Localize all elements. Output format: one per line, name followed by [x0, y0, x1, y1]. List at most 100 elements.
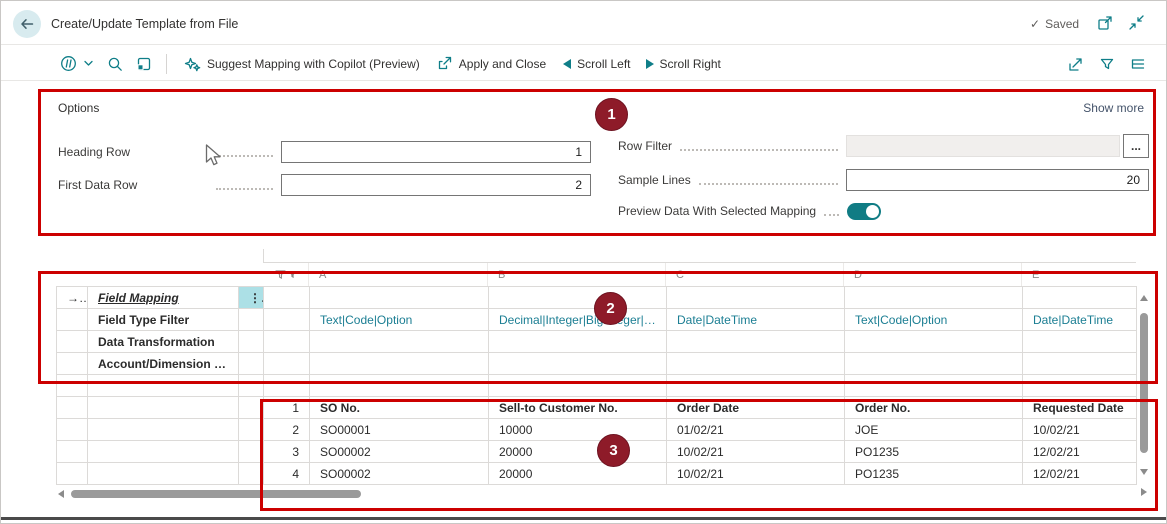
field-mapping-cell-e[interactable] [1022, 286, 1137, 309]
scroll-right-label: Scroll Right [659, 56, 721, 71]
page-actions-button[interactable] [59, 54, 93, 73]
column-header-c: C [666, 263, 844, 286]
empty-cell [1022, 374, 1137, 397]
heading-row-input[interactable] [281, 141, 591, 163]
menu-cell [238, 418, 264, 441]
filter-button[interactable] [1098, 55, 1116, 73]
field-type-filter-label[interactable]: Field Type Filter [87, 308, 239, 331]
open-in-new-window-button[interactable] [1096, 14, 1114, 32]
sample-lines-input[interactable] [846, 169, 1149, 191]
back-button[interactable] [13, 10, 41, 38]
preview-cell: PO1235 [844, 440, 1023, 463]
account-dimension-cell-b[interactable] [488, 352, 667, 375]
row-marker-cell [56, 374, 88, 397]
account-dimension-cell-c[interactable] [666, 352, 845, 375]
scroll-up-arrow[interactable] [1140, 295, 1148, 301]
grid-top-line [263, 249, 264, 262]
design-mode-button[interactable] [135, 55, 153, 73]
row-marker-cell [56, 462, 88, 485]
preview-cell: 10/02/21 [1022, 418, 1137, 441]
vertical-scrollbar[interactable] [1137, 291, 1151, 483]
row-marker-cell [56, 352, 88, 375]
field-type-filter-cell-a[interactable]: Text|Code|Option [309, 308, 489, 331]
row-marker-cell [56, 308, 88, 331]
toggle-knob [866, 204, 879, 218]
share-button[interactable] [1067, 55, 1085, 73]
filter-icon [1100, 58, 1114, 70]
scroll-left-arrow[interactable] [58, 490, 64, 498]
apply-and-close-button[interactable]: Apply and Close [436, 55, 546, 72]
first-data-row-input[interactable] [281, 174, 591, 196]
field-mapping-cell-a[interactable] [309, 286, 489, 309]
show-more-link[interactable]: Show more [1083, 101, 1144, 115]
copilot-sparkle-icon [184, 57, 201, 71]
scroll-right-arrow[interactable] [1141, 488, 1147, 496]
account-dimension-mapping-label[interactable]: Account/Dimension Mapping [87, 352, 239, 375]
triangle-left-icon [563, 58, 572, 69]
row-filter-input[interactable] [846, 135, 1120, 157]
field-mapping-menu-button[interactable]: ⋮ [238, 286, 264, 309]
back-arrow-icon [21, 19, 34, 29]
preview-mapping-label: Preview Data With Selected Mapping [618, 204, 817, 218]
row-number-cell [263, 374, 310, 397]
preview-mapping-toggle[interactable] [847, 202, 881, 220]
scroll-left-button[interactable]: Scroll Left [563, 57, 631, 71]
dot-leader [216, 181, 273, 190]
row-number-cell [263, 352, 310, 375]
check-icon: ✓ [1030, 17, 1041, 31]
empty-label-cell [87, 440, 239, 463]
first-data-row-label: First Data Row [58, 178, 138, 192]
field-type-filter-cell-d[interactable]: Text|Code|Option [844, 308, 1023, 331]
menu-cell [238, 440, 264, 463]
ellipsis-v-icon: ⋮ [249, 290, 261, 305]
create-update-template-page: Create/Update Template from File ✓ Saved [0, 0, 1167, 524]
preview-header-order-no: Order No. [844, 396, 1023, 419]
toolbar-divider [1, 80, 1166, 81]
row-number-cell [263, 330, 310, 353]
preview-row-number: 1 [263, 396, 310, 419]
scroll-down-arrow[interactable] [1140, 469, 1148, 475]
field-type-filter-cell-e[interactable]: Date|DateTime [1022, 308, 1137, 331]
account-dimension-cell-d[interactable] [844, 352, 1023, 375]
preview-cell: 01/02/21 [666, 418, 845, 441]
page-options-button[interactable] [1129, 55, 1147, 73]
data-transformation-cell-d[interactable] [844, 330, 1023, 353]
horizontal-scroll-thumb[interactable] [71, 490, 361, 498]
preview-cell: 12/02/21 [1022, 440, 1137, 463]
suggest-mapping-label: Suggest Mapping with Copilot (Preview) [207, 56, 420, 71]
field-mapping-cell-c[interactable] [666, 286, 845, 309]
scroll-right-button[interactable]: Scroll Right [645, 56, 721, 71]
field-mapping-row: → Field Mapping ⋮ [56, 286, 1137, 309]
field-type-filter-cell-c[interactable]: Date|DateTime [666, 308, 845, 331]
field-mapping-link[interactable]: Field Mapping [87, 286, 239, 309]
field-mapping-cell-b[interactable] [488, 286, 667, 309]
apply-icon [438, 56, 451, 70]
preview-cell: 10/02/21 [666, 462, 845, 485]
row-filter-assist-button[interactable]: ... [1123, 134, 1149, 158]
data-transformation-label[interactable]: Data Transformation [87, 330, 239, 353]
vertical-scroll-thumb[interactable] [1140, 313, 1148, 453]
collapse-page-button[interactable] [1128, 14, 1145, 31]
account-dimension-cell-a[interactable] [309, 352, 489, 375]
suggest-mapping-copilot-button[interactable]: Suggest Mapping with Copilot (Preview) [183, 55, 420, 73]
preview-header-so-no: SO No. [309, 396, 489, 419]
menu-cell [238, 352, 264, 375]
search-button[interactable] [106, 55, 124, 73]
data-transformation-cell-b[interactable] [488, 330, 667, 353]
selected-row-marker-cell: → [56, 286, 88, 309]
field-type-filter-cell-b[interactable]: Decimal|Integer|BigInteger|Option [488, 308, 667, 331]
data-transformation-cell-c[interactable] [666, 330, 845, 353]
empty-grid-row [56, 374, 1137, 397]
preview-cell: PO1235 [844, 462, 1023, 485]
toolbar-right-icons [1067, 55, 1147, 73]
preview-cell: 20000 [488, 440, 667, 463]
data-transformation-cell-e[interactable] [1022, 330, 1137, 353]
account-dimension-cell-e[interactable] [1022, 352, 1137, 375]
toolbar-separator [166, 53, 167, 74]
preview-data-row: 3 SO00002 20000 10/02/21 PO1235 12/02/21 [56, 440, 1137, 463]
action-bar: Suggest Mapping with Copilot (Preview) A… [59, 47, 721, 80]
data-transformation-cell-a[interactable] [309, 330, 489, 353]
field-mapping-cell-d[interactable] [844, 286, 1023, 309]
preview-header-order-date: Order Date [666, 396, 845, 419]
menu-lines-icon [1131, 59, 1145, 69]
